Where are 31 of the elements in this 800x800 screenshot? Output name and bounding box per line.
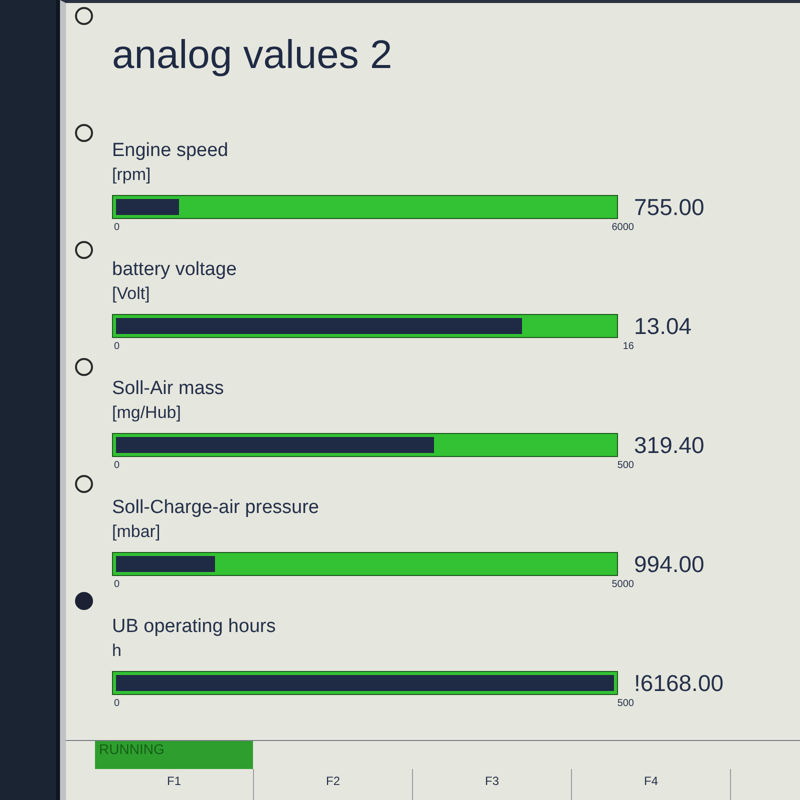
gauge-unit: [mg/Hub] bbox=[112, 402, 181, 424]
gauge-value: 755.00 bbox=[634, 193, 704, 221]
gauge-unit: [Volt] bbox=[112, 283, 150, 305]
scale-min: 0 bbox=[113, 579, 120, 591]
status-indicator: RUNNING bbox=[95, 741, 253, 769]
gauge-unit: [mbar] bbox=[112, 521, 160, 543]
gauge-name: Soll-Charge-air pressure bbox=[112, 496, 319, 520]
function-key[interactable]: F2 bbox=[254, 769, 413, 800]
gauge-name: UB operating hours bbox=[112, 615, 276, 639]
gauge-value: 13.04 bbox=[634, 312, 692, 340]
gauge-name: Engine speed bbox=[112, 139, 228, 163]
scale-max: 6000 bbox=[612, 222, 634, 234]
function-key[interactable]: F1 bbox=[95, 769, 254, 800]
gauge-unit: [rpm] bbox=[112, 164, 151, 186]
gauge-value: 994.00 bbox=[634, 550, 704, 578]
scale-min: 0 bbox=[113, 222, 120, 234]
scale-max: 5000 bbox=[612, 579, 634, 591]
scale-min: 0 bbox=[113, 698, 120, 710]
gauge-value: 319.40 bbox=[634, 431, 704, 459]
scale-max: 500 bbox=[617, 460, 634, 472]
scale-min: 0 bbox=[113, 341, 120, 353]
scale-max: 500 bbox=[617, 698, 634, 710]
gauge-name: Soll-Air mass bbox=[112, 377, 224, 401]
scale-max: 16 bbox=[622, 341, 634, 353]
function-key[interactable]: F4 bbox=[572, 769, 731, 800]
gauge-name: battery voltage bbox=[112, 258, 237, 282]
gauge-value: !6168.00 bbox=[634, 669, 724, 697]
function-key[interactable]: F3 bbox=[413, 769, 572, 800]
page-title: analog values 2 bbox=[112, 32, 392, 79]
scale-min: 0 bbox=[113, 460, 120, 472]
gauge-unit: h bbox=[112, 640, 122, 662]
